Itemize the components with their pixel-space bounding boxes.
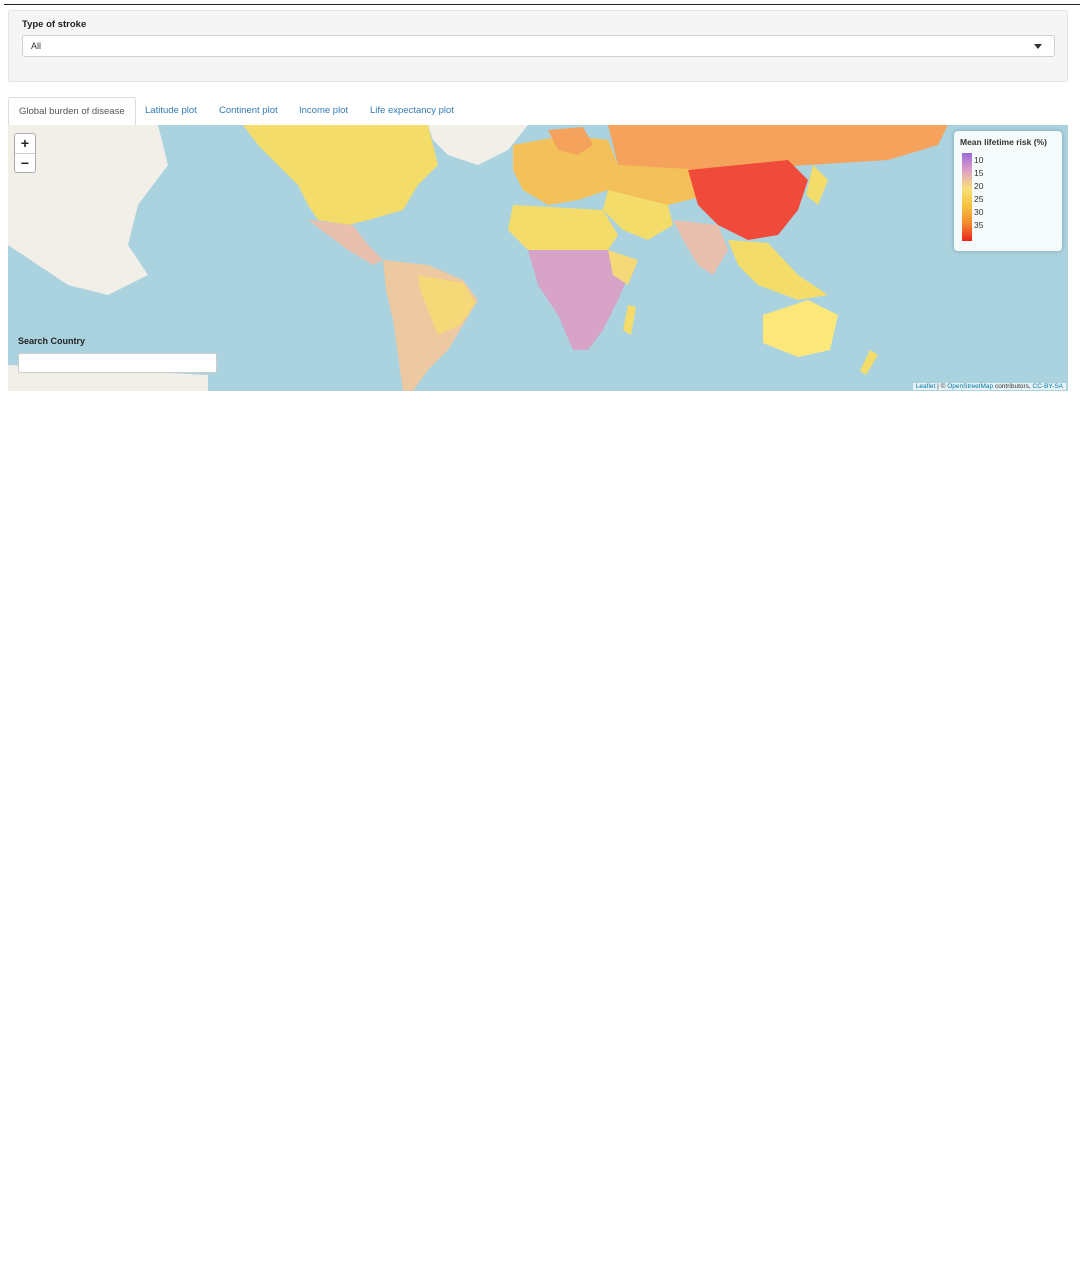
tab-latitude-plot[interactable]: Latitude plot — [135, 97, 207, 124]
legend-tick: 15 — [974, 168, 984, 178]
tab-bar: Global burden of disease Latitude plot C… — [8, 97, 1068, 126]
legend-title: Mean lifetime risk (%) — [960, 137, 1047, 147]
search-country-label: Search Country — [18, 336, 86, 346]
legend-tick: 30 — [974, 207, 984, 217]
legend-tick: 10 — [974, 155, 984, 165]
tab-income-plot[interactable]: Income plot — [289, 97, 358, 124]
zoom-in-button[interactable]: + — [15, 134, 35, 154]
choropleth-layer — [8, 125, 948, 391]
legend-tick: 25 — [974, 194, 984, 204]
country-north-america — [243, 125, 438, 225]
legend-tick: 35 — [974, 220, 984, 230]
chevron-down-icon — [1034, 44, 1042, 49]
tab-global-burden[interactable]: Global burden of disease — [8, 97, 136, 126]
attribution-text: contributors, — [993, 383, 1033, 390]
tab-life-expectancy-plot[interactable]: Life expectancy plot — [360, 97, 464, 124]
stroke-type-select[interactable]: All — [22, 35, 1055, 57]
world-map[interactable]: + − Mean lifetime risk (%) 10 15 20 25 3… — [8, 125, 1068, 391]
country-india — [673, 220, 728, 275]
country-north-africa — [508, 205, 618, 255]
stroke-type-label: Type of stroke — [22, 19, 87, 30]
map-legend: Mean lifetime risk (%) 10 15 20 25 30 35 — [954, 131, 1062, 251]
search-country-input[interactable] — [18, 353, 217, 373]
country-australia — [763, 300, 838, 357]
leaflet-link[interactable]: Leaflet — [916, 383, 936, 390]
legend-color-scale — [962, 153, 972, 241]
openstreetmap-link[interactable]: OpenStreetMap — [947, 383, 993, 390]
filter-panel: Type of stroke All — [8, 10, 1068, 82]
zoom-control: + − — [14, 133, 36, 173]
country-new-zealand — [860, 350, 878, 375]
license-link[interactable]: CC-BY-SA — [1033, 383, 1063, 390]
country-central-america — [308, 220, 383, 265]
attribution-separator: | © — [935, 383, 948, 390]
tab-continent-plot[interactable]: Continent plot — [209, 97, 288, 124]
country-southeast-asia — [728, 240, 828, 300]
legend-tick: 20 — [974, 181, 984, 191]
stroke-type-value: All — [31, 41, 42, 51]
zoom-out-button[interactable]: − — [15, 154, 35, 173]
country-japan — [806, 165, 828, 205]
country-madagascar — [623, 305, 636, 335]
map-attribution: Leaflet | © OpenStreetMap contributors, … — [912, 383, 1066, 390]
top-divider — [4, 4, 1080, 5]
